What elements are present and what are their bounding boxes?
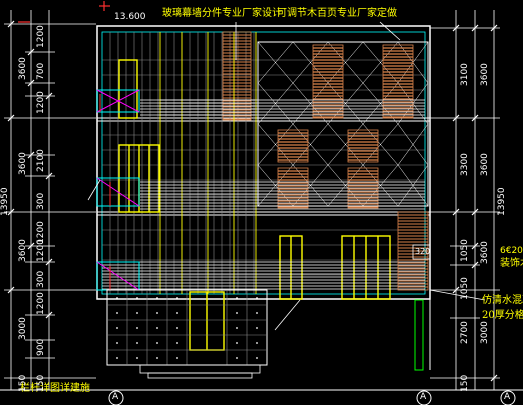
dim-right-inner: 1050	[460, 277, 470, 300]
bolt	[256, 297, 258, 299]
bolt	[156, 327, 158, 329]
axis-label-left: A	[112, 392, 119, 402]
dim-left-total: 13950	[0, 187, 10, 216]
elevation-drawing	[0, 1, 523, 405]
corner-marker	[18, 1, 110, 23]
note-wood-louver: 可调节木百页专业厂家定做	[277, 8, 397, 19]
bolt	[136, 342, 138, 344]
dim-left-outer: 3600	[18, 152, 28, 175]
dim-right-outer: 3000	[480, 321, 490, 344]
axis-label-right: A	[504, 392, 511, 402]
dim-left-inner: 1200	[36, 25, 46, 48]
facade-outline	[96, 25, 431, 300]
window-mark: 320	[415, 247, 431, 256]
bolt	[236, 297, 238, 299]
bolt	[156, 342, 158, 344]
bolt	[176, 297, 178, 299]
axis-markers	[108, 390, 516, 405]
note-plaster-2: 20厚分格	[482, 310, 523, 321]
bolt	[176, 312, 178, 314]
dim-left-outer: 3600	[18, 239, 28, 262]
bolt	[136, 357, 138, 359]
note-glass-curtain: 玻璃幕墙分件专业厂家设计	[162, 8, 282, 19]
note-right-top-2: 装饰木	[500, 258, 523, 269]
bolt	[176, 327, 178, 329]
dim-left-inner: 1200	[36, 292, 46, 315]
right-piers	[414, 299, 424, 371]
bolt	[116, 312, 118, 314]
bolt	[116, 327, 118, 329]
bolt	[236, 327, 238, 329]
bolt	[156, 312, 158, 314]
glass-curtain-grid	[102, 32, 425, 294]
bolt	[136, 297, 138, 299]
bolt	[236, 357, 238, 359]
bolt	[156, 297, 158, 299]
dim-right-outer: 3600	[480, 241, 490, 264]
elevation-mark: 13.600	[114, 12, 146, 22]
dim-right-total: 13950	[497, 187, 507, 216]
dim-right-inner: 2700	[460, 321, 470, 344]
dim-left-outer: 3600	[18, 57, 28, 80]
axis-label-mid: A	[420, 392, 427, 402]
dim-left-outer: 150	[18, 374, 28, 392]
dim-left-inner: 1200	[36, 91, 46, 114]
bolt	[256, 342, 258, 344]
dim-right-outer: 3600	[480, 153, 490, 176]
dim-left-inner: 2100	[36, 149, 46, 172]
bolt	[236, 342, 238, 344]
bolt	[256, 327, 258, 329]
dim-left-outer: 3000	[18, 317, 28, 340]
dim-right-outer: 3600	[480, 63, 490, 86]
bolt	[256, 357, 258, 359]
facade-inner-frame	[101, 31, 426, 295]
entrance-steps	[139, 364, 261, 379]
dim-right-inner: 1050	[460, 239, 470, 262]
base-panel-grid	[107, 290, 267, 365]
dim-left-inner: 1200	[36, 239, 46, 262]
note-plaster: 仿清水混凝土	[482, 295, 523, 306]
floor-slabs	[97, 117, 430, 216]
note-railing: 栏杆详图详建施	[20, 383, 90, 394]
dim-left-inner: 700	[36, 62, 46, 80]
dim-left-inner: 150	[36, 374, 46, 392]
bolt	[116, 357, 118, 359]
bolt	[136, 327, 138, 329]
wood-strip-upper-left	[222, 31, 252, 121]
dim-left-inner: 300	[36, 270, 46, 288]
bolt	[116, 342, 118, 344]
dim-right-inner: 150	[460, 374, 470, 392]
dim-right-inner: 3300	[460, 153, 470, 176]
bolt	[116, 297, 118, 299]
bolt	[256, 312, 258, 314]
dim-right-inner: 3100	[460, 63, 470, 86]
dim-left-inner: 300	[36, 192, 46, 210]
bolt	[136, 312, 138, 314]
dim-left-inner: 900	[36, 338, 46, 356]
note-right-top: 6€200	[500, 246, 523, 256]
bolt	[176, 342, 178, 344]
bolt	[176, 357, 178, 359]
bolt	[236, 312, 238, 314]
wood-louvers	[277, 44, 414, 209]
bolt	[156, 357, 158, 359]
